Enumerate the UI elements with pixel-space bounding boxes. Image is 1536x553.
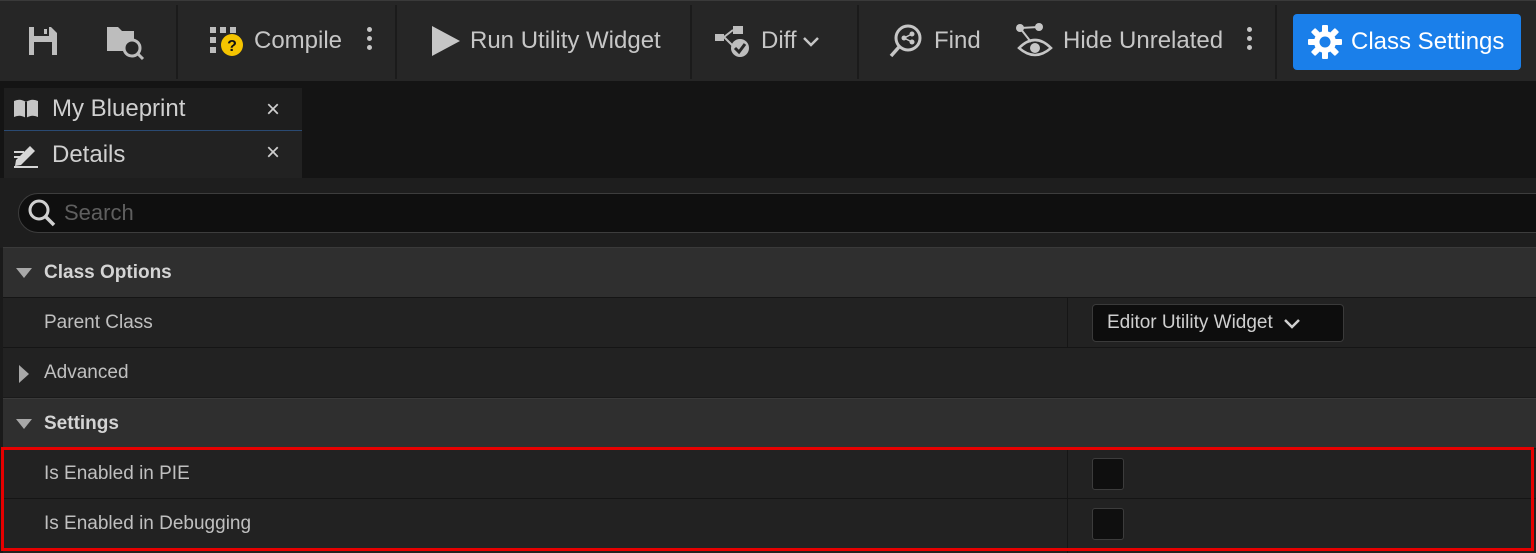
property-label: Is Enabled in Debugging [44,513,252,534]
compile-status-icon: ? [210,27,243,56]
diff-label: Diff [761,27,797,54]
save-button[interactable] [25,15,61,67]
browse-button[interactable] [104,15,146,67]
hide-unrelated-button[interactable]: Hide Unrelated [1015,15,1223,67]
gear-icon [1308,25,1342,59]
pencil-icon [14,145,38,168]
expanded-arrow-icon [16,268,32,278]
hide-unrelated-icon [1016,23,1053,57]
tab-details[interactable]: Details × [4,131,302,178]
diff-button[interactable]: Diff [713,15,821,67]
find-label: Find [934,27,981,54]
column-divider[interactable] [1067,449,1068,498]
property-is-enabled-in-pie: Is Enabled in PIE [3,448,1536,498]
chevron-down-icon [1283,319,1300,329]
category-class-options[interactable]: Class Options [3,247,1536,297]
hide-unrelated-label: Hide Unrelated [1063,27,1224,54]
class-settings-label: Class Settings [1351,28,1505,55]
compile-options-button[interactable] [364,23,374,61]
property-label: Parent Class [44,312,153,333]
advanced-expander[interactable]: Advanced [3,347,1536,397]
category-label: Settings [44,413,119,434]
play-icon [432,26,460,56]
tab-my-blueprint[interactable]: My Blueprint × [4,88,302,132]
column-divider[interactable] [1067,499,1068,553]
close-icon[interactable]: × [266,139,280,167]
parent-class-value: Editor Utility Widget [1107,312,1273,333]
category-settings[interactable]: Settings [3,398,1536,448]
compile-button[interactable]: ? Compile [208,15,342,67]
save-icon [29,27,57,55]
find-button[interactable]: Find [888,15,981,67]
diff-icon [715,26,749,57]
is-enabled-in-pie-checkbox[interactable] [1092,458,1124,490]
folder-search-icon [107,27,145,61]
property-label: Is Enabled in PIE [44,463,190,484]
is-enabled-in-debugging-checkbox[interactable] [1092,508,1124,540]
parent-class-dropdown[interactable]: Editor Utility Widget [1092,304,1344,342]
more-options-button[interactable] [1244,23,1254,61]
run-utility-widget-button[interactable]: Run Utility Widget [428,15,661,67]
tab-label: Details [52,140,126,168]
property-is-enabled-in-debugging: Is Enabled in Debugging [3,498,1536,553]
column-divider[interactable] [1067,298,1068,347]
tab-label: My Blueprint [52,95,186,122]
chevron-down-icon [802,37,819,47]
book-icon [14,99,38,118]
compile-label: Compile [254,27,343,54]
expanded-arrow-icon [16,419,32,429]
run-utility-widget-label: Run Utility Widget [470,27,661,54]
class-settings-button[interactable]: Class Settings [1293,14,1521,70]
advanced-label: Advanced [44,362,129,383]
search-input[interactable] [62,195,1466,231]
property-parent-class: Parent Class Editor Utility Widget [3,297,1536,347]
close-icon[interactable]: × [266,96,280,124]
category-label: Class Options [44,262,172,283]
svg-text:?: ? [227,38,237,55]
toolbar: ? Compile Run Utility Widget Diff Find H… [0,0,1536,81]
find-icon [889,24,922,58]
collapsed-arrow-icon [19,365,29,383]
search-icon [28,199,56,227]
